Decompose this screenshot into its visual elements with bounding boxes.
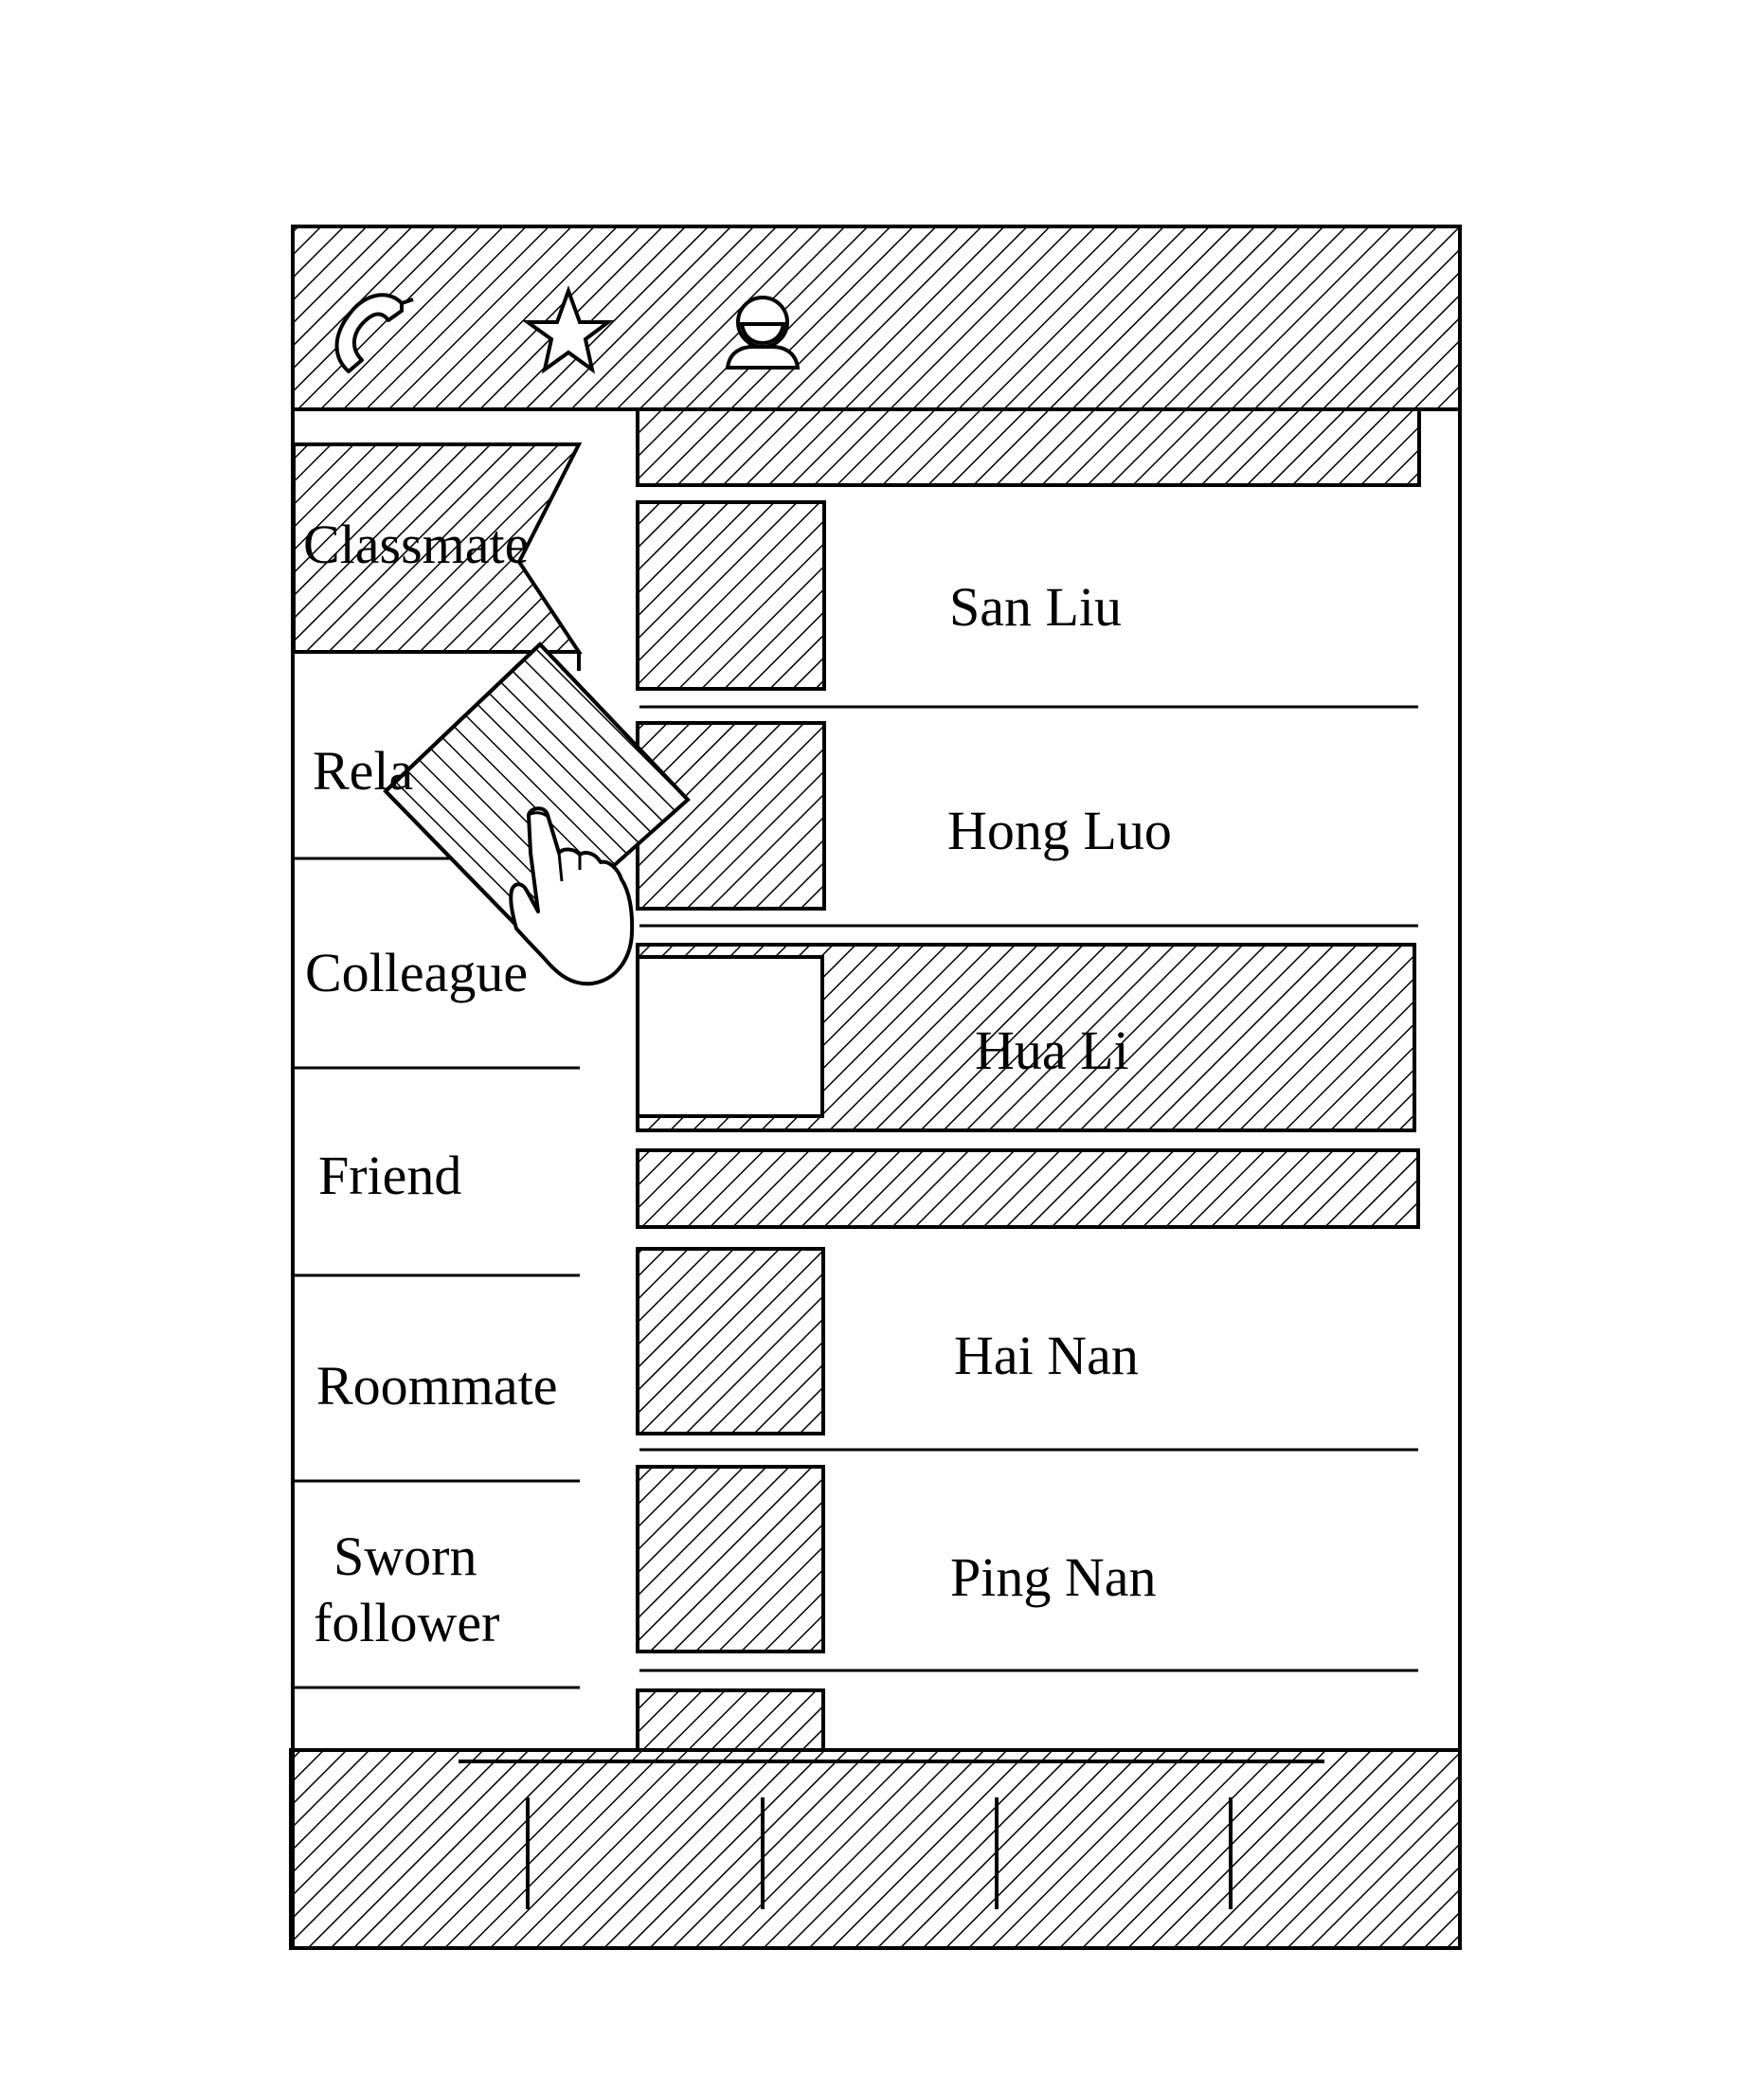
avatar — [636, 955, 824, 1118]
avatar — [636, 1465, 825, 1653]
contact-name: Hua Li — [975, 1020, 1129, 1081]
sidebar-item-colleague[interactable] — [295, 860, 579, 1066]
tab-favorites[interactable] — [516, 280, 621, 379]
bottom-nav-button-4[interactable] — [999, 1764, 1229, 1944]
avatar — [636, 500, 826, 691]
avatar — [636, 1247, 825, 1435]
avatar-partial — [636, 1688, 825, 1752]
ui-drawing — [289, 225, 1462, 1950]
contact-name: Ping Nan — [950, 1546, 1157, 1608]
sidebar-label-classmate: Classmate — [303, 514, 530, 575]
contact-name: Hong Luo — [947, 800, 1172, 861]
sidebar-item-relative[interactable] — [295, 654, 579, 857]
contacts-section-bar — [636, 1148, 1420, 1229]
sidebar-item-friend[interactable] — [295, 1070, 579, 1273]
header-bar — [291, 225, 1462, 411]
sidebar-item-sworn-follower[interactable] — [295, 1483, 579, 1686]
contact-name: San Liu — [949, 576, 1123, 638]
tab-calls[interactable] — [327, 275, 426, 384]
bottom-nav-button-2[interactable] — [530, 1764, 761, 1944]
contact-row-hai-nan[interactable] — [636, 1247, 825, 1435]
bottom-nav-button-5[interactable] — [1233, 1764, 1458, 1944]
bottom-nav-button-1[interactable] — [293, 1764, 526, 1944]
bottom-nav-button-3[interactable] — [765, 1764, 995, 1944]
sidebar-item-roommate[interactable] — [295, 1277, 579, 1479]
contact-row-ping-nan[interactable] — [636, 1465, 825, 1653]
phone-screen: Classmate Rela Colleague Friend Roommate… — [0, 0, 1764, 2094]
contact-name: Hai Nan — [954, 1325, 1139, 1386]
contact-row-san-liu[interactable] — [636, 500, 826, 691]
tab-contacts[interactable] — [715, 284, 810, 379]
contacts-top-bar — [636, 407, 1421, 487]
